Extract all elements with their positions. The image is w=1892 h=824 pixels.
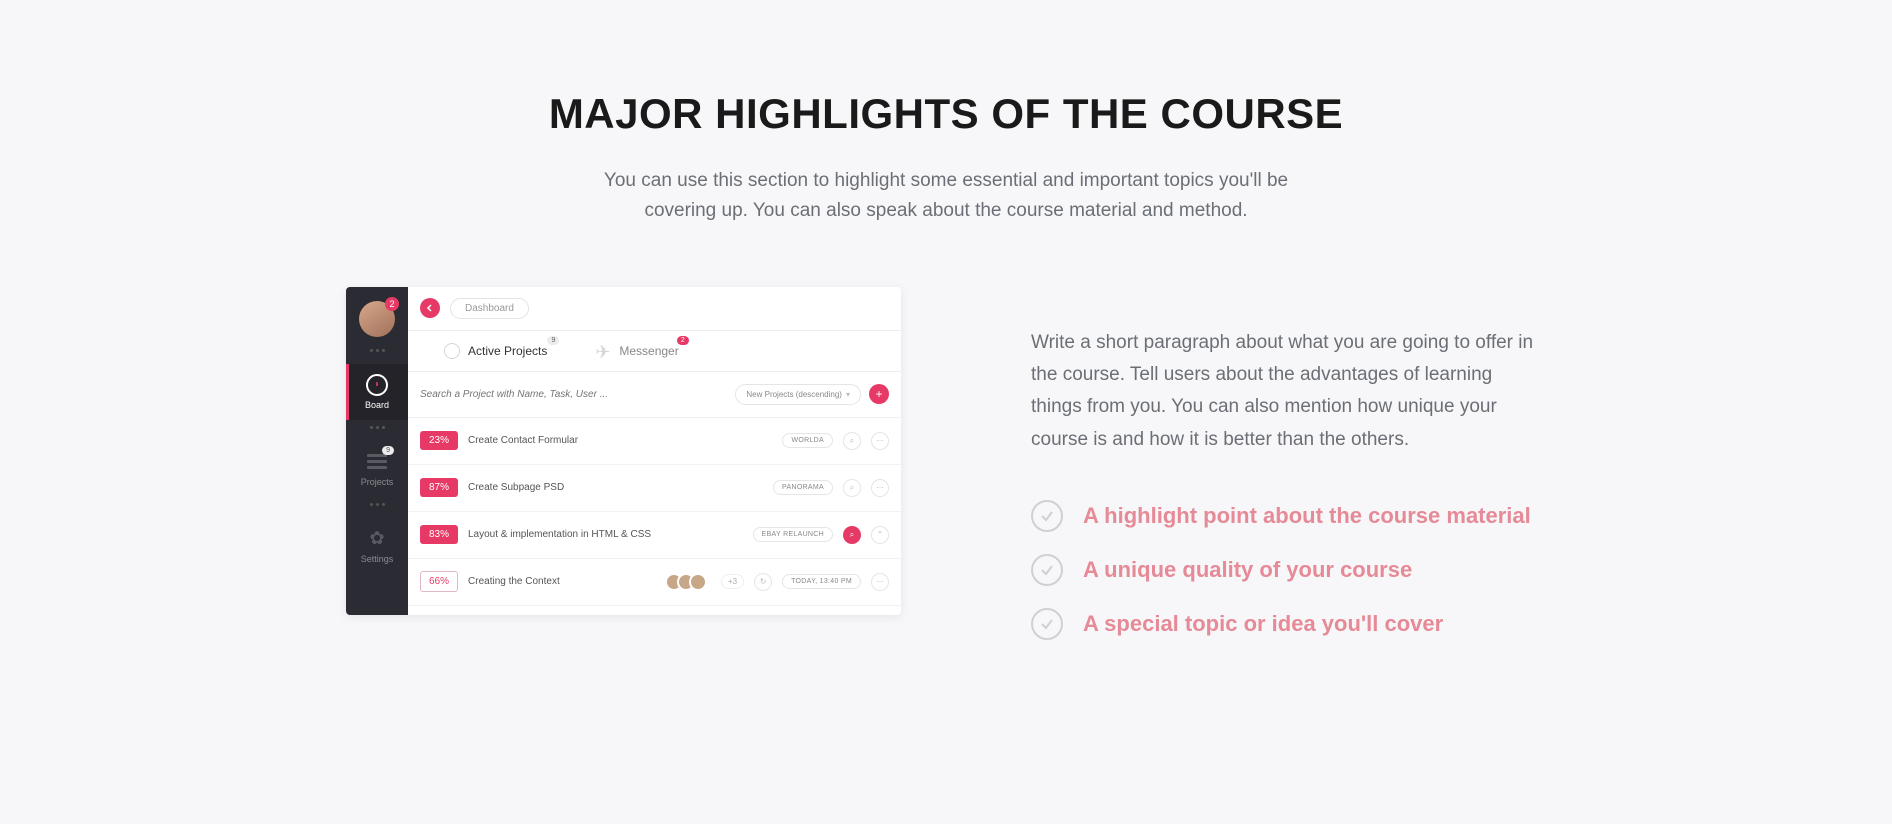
search-icon[interactable]: ⌕ xyxy=(843,526,861,544)
search-bar: New Projects (descending) ▾ + xyxy=(408,372,901,418)
topbar: Dashboard xyxy=(408,287,901,331)
dots-icon xyxy=(370,426,385,429)
search-icon[interactable]: ⌕ xyxy=(843,479,861,497)
breadcrumb[interactable]: Dashboard xyxy=(450,298,529,319)
percent-badge: 87% xyxy=(420,478,458,497)
mock-sidebar: 2 Board 9 Proj xyxy=(346,287,408,615)
highlight-text: A highlight point about the course mater… xyxy=(1083,503,1531,529)
search-input[interactable] xyxy=(420,389,735,400)
row-tag: EBAY RELAUNCH xyxy=(753,527,833,542)
clock-icon xyxy=(444,343,460,359)
row-tag: WORLDA xyxy=(782,433,833,448)
percent-badge: 83% xyxy=(420,525,458,544)
avatar-stack xyxy=(665,573,707,591)
time-label: TODAY, 13:40 PM xyxy=(782,574,861,589)
table-row[interactable]: 66% Creating the Context +3 ↻ TODAY, 13:… xyxy=(408,559,901,606)
course-description: Write a short paragraph about what you a… xyxy=(1031,327,1546,456)
highlight-item: A unique quality of your course xyxy=(1031,554,1546,586)
highlight-item: A special topic or idea you'll cover xyxy=(1031,608,1546,640)
search-icon[interactable]: ⌕ xyxy=(843,432,861,450)
highlight-item: A highlight point about the course mater… xyxy=(1031,500,1546,532)
nav-label: Projects xyxy=(361,477,394,487)
more-icon[interactable]: ⋯ xyxy=(871,432,889,450)
tab-badge: 9 xyxy=(547,336,559,345)
nav-board[interactable]: Board xyxy=(346,364,408,420)
chevron-up-icon[interactable]: ⌃ xyxy=(871,526,889,544)
highlight-text: A unique quality of your course xyxy=(1083,557,1412,583)
sort-label: New Projects (descending) xyxy=(746,390,842,399)
app-screenshot: 2 Board 9 Proj xyxy=(346,287,901,615)
more-icon[interactable]: ⋯ xyxy=(871,573,889,591)
highlight-text: A special topic or idea you'll cover xyxy=(1083,611,1443,637)
check-icon xyxy=(1031,500,1063,532)
gauge-icon xyxy=(366,374,388,396)
check-icon xyxy=(1031,608,1063,640)
row-title: Create Subpage PSD xyxy=(468,482,763,493)
tab-messenger[interactable]: ✈ Messenger 2 xyxy=(571,331,702,371)
project-list: 23% Create Contact Formular WORLDA ⌕ ⋯ 8… xyxy=(408,418,901,606)
refresh-icon[interactable]: ↻ xyxy=(754,573,772,591)
dots-icon xyxy=(370,503,385,506)
row-title: Create Contact Formular xyxy=(468,435,772,446)
table-row[interactable]: 23% Create Contact Formular WORLDA ⌕ ⋯ xyxy=(408,418,901,465)
chevron-left-icon xyxy=(425,303,435,313)
paper-plane-icon: ✈ xyxy=(595,343,611,359)
avatar-badge: 2 xyxy=(385,297,399,311)
nav-badge: 9 xyxy=(382,446,394,455)
tab-label: Messenger xyxy=(619,344,678,358)
gear-icon: ✿ xyxy=(366,528,388,550)
table-row[interactable]: 83% Layout & implementation in HTML & CS… xyxy=(408,512,901,559)
percent-badge: 66% xyxy=(420,571,458,592)
nav-label: Settings xyxy=(361,554,394,564)
table-row[interactable]: 87% Create Subpage PSD PANORAMA ⌕ ⋯ xyxy=(408,465,901,512)
check-icon xyxy=(1031,554,1063,586)
section-title: MAJOR HIGHLIGHTS OF THE COURSE xyxy=(346,90,1546,138)
tab-label: Active Projects xyxy=(468,344,547,358)
tab-bar: Active Projects 9 ✈ Messenger 2 xyxy=(408,331,901,372)
add-button[interactable]: + xyxy=(869,384,889,404)
mock-main: Dashboard Active Projects 9 ✈ Messenger … xyxy=(408,287,901,615)
sort-dropdown[interactable]: New Projects (descending) ▾ xyxy=(735,384,861,405)
percent-badge: 23% xyxy=(420,431,458,450)
tab-badge: 2 xyxy=(677,336,689,345)
avatar[interactable]: 2 xyxy=(359,301,395,337)
section-subtitle: You can use this section to highlight so… xyxy=(576,166,1316,227)
tab-active-projects[interactable]: Active Projects 9 xyxy=(420,331,571,371)
row-title: Creating the Context xyxy=(468,576,655,587)
more-icon[interactable]: ⋯ xyxy=(871,479,889,497)
nav-label: Board xyxy=(365,400,389,410)
back-button[interactable] xyxy=(420,298,440,318)
nav-settings[interactable]: ✿ Settings xyxy=(346,518,408,574)
row-title: Layout & implementation in HTML & CSS xyxy=(468,529,743,540)
dots-icon xyxy=(370,349,385,352)
highlight-list: A highlight point about the course mater… xyxy=(1031,500,1546,640)
extra-count: +3 xyxy=(721,574,744,589)
nav-projects[interactable]: 9 Projects xyxy=(346,441,408,497)
row-tag: PANORAMA xyxy=(773,480,833,495)
chevron-down-icon: ▾ xyxy=(846,390,850,399)
